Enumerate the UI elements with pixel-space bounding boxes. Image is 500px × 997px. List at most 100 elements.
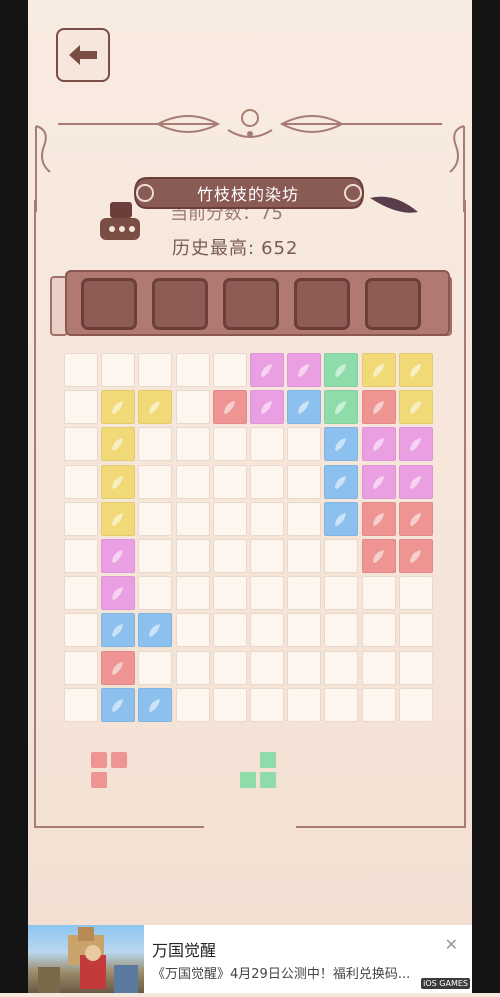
board-cell-empty[interactable] [250, 539, 284, 573]
board-cell-yellow[interactable] [398, 353, 433, 387]
board-cell-empty[interactable] [212, 464, 247, 499]
board-cell-blue[interactable] [138, 687, 173, 722]
board-cell-pink[interactable] [398, 427, 433, 462]
board-cell-empty[interactable] [212, 576, 247, 611]
board-cell-yellow[interactable] [361, 353, 396, 387]
board-cell-yellow[interactable] [101, 501, 136, 536]
board-cell-empty[interactable] [64, 539, 98, 573]
board-cell-empty[interactable] [64, 576, 98, 611]
board-cell-empty[interactable] [64, 390, 98, 425]
board-cell-empty[interactable] [175, 501, 210, 536]
ad-banner[interactable]: 万国觉醒 《万国觉醒》4月29日公测中！福利兑换码... ✕ iOS GAMES [28, 925, 472, 993]
board-cell-green[interactable] [324, 390, 359, 425]
board-cell-empty[interactable] [175, 353, 210, 387]
board-cell-empty[interactable] [64, 427, 98, 462]
board-cell-empty[interactable] [175, 427, 210, 462]
board-cell-empty[interactable] [287, 576, 322, 611]
board-cell-empty[interactable] [138, 501, 173, 536]
board-cell-empty[interactable] [175, 613, 210, 648]
board-cell-empty[interactable] [212, 427, 247, 462]
board-cell-empty[interactable] [398, 687, 433, 722]
board-cell-empty[interactable] [287, 687, 322, 722]
board-cell-green[interactable] [324, 353, 359, 387]
board-cell-empty[interactable] [361, 650, 396, 685]
board-cell-empty[interactable] [101, 353, 136, 387]
board-cell-empty[interactable] [138, 427, 173, 462]
board-cell-yellow[interactable] [101, 427, 136, 462]
board-cell-empty[interactable] [64, 613, 98, 648]
board-cell-empty[interactable] [287, 501, 322, 536]
board-cell-red[interactable] [361, 539, 396, 573]
board-cell-empty[interactable] [250, 613, 284, 648]
board-cell-pink[interactable] [398, 464, 433, 499]
board-cell-yellow[interactable] [101, 464, 136, 499]
board-cell-empty[interactable] [64, 687, 98, 722]
board-cell-empty[interactable] [250, 427, 284, 462]
board-cell-empty[interactable] [138, 353, 173, 387]
board-cell-yellow[interactable] [101, 390, 136, 425]
board-cell-blue[interactable] [324, 501, 359, 536]
close-icon[interactable]: ✕ [445, 935, 458, 954]
board-cell-empty[interactable] [175, 390, 210, 425]
board-cell-empty[interactable] [212, 353, 247, 387]
board-cell-empty[interactable] [250, 464, 284, 499]
board-cell-empty[interactable] [250, 687, 284, 722]
board-cell-empty[interactable] [64, 650, 98, 685]
board-cell-empty[interactable] [64, 501, 98, 536]
tray-slot[interactable] [81, 278, 137, 330]
board-cell-pink[interactable] [250, 353, 284, 387]
board-cell-empty[interactable] [138, 539, 173, 573]
board-cell-red[interactable] [212, 390, 247, 425]
tray-slot[interactable] [365, 278, 421, 330]
board-cell-empty[interactable] [324, 687, 359, 722]
board-cell-empty[interactable] [212, 687, 247, 722]
board-cell-empty[interactable] [212, 501, 247, 536]
board-cell-empty[interactable] [287, 427, 322, 462]
board-cell-empty[interactable] [398, 650, 433, 685]
board-cell-pink[interactable] [250, 390, 284, 425]
tray-slot[interactable] [223, 278, 279, 330]
board-cell-empty[interactable] [175, 650, 210, 685]
board-cell-empty[interactable] [175, 687, 210, 722]
board-cell-blue[interactable] [101, 687, 136, 722]
board-cell-empty[interactable] [324, 576, 359, 611]
board-cell-empty[interactable] [324, 650, 359, 685]
ad-thumbnail[interactable] [28, 925, 144, 993]
board-cell-blue[interactable] [324, 464, 359, 499]
board-cell-empty[interactable] [398, 576, 433, 611]
board-cell-empty[interactable] [287, 613, 322, 648]
board-cell-blue[interactable] [138, 613, 173, 648]
board-cell-blue[interactable] [324, 427, 359, 462]
board-cell-blue[interactable] [101, 613, 136, 648]
board-cell-yellow[interactable] [398, 390, 433, 425]
board-cell-empty[interactable] [138, 650, 173, 685]
board-cell-pink[interactable] [361, 464, 396, 499]
board-cell-empty[interactable] [138, 464, 173, 499]
board-cell-empty[interactable] [324, 613, 359, 648]
board-cell-empty[interactable] [287, 539, 322, 573]
board-cell-red[interactable] [398, 501, 433, 536]
board-cell-empty[interactable] [361, 613, 396, 648]
board-cell-blue[interactable] [287, 390, 322, 425]
board-cell-empty[interactable] [175, 539, 210, 573]
board-cell-empty[interactable] [250, 501, 284, 536]
board-cell-red[interactable] [361, 501, 396, 536]
board-cell-empty[interactable] [250, 576, 284, 611]
board-cell-empty[interactable] [212, 539, 247, 573]
board-cell-empty[interactable] [175, 576, 210, 611]
board-cell-empty[interactable] [64, 353, 98, 387]
board-cell-red[interactable] [101, 650, 136, 685]
board-cell-empty[interactable] [64, 464, 98, 499]
board-cell-empty[interactable] [287, 464, 322, 499]
board-cell-empty[interactable] [138, 576, 173, 611]
board-cell-red[interactable] [398, 539, 433, 573]
board-cell-empty[interactable] [250, 650, 284, 685]
board-cell-empty[interactable] [212, 613, 247, 648]
back-button[interactable] [56, 28, 110, 82]
board-cell-pink[interactable] [101, 539, 136, 573]
board-cell-yellow[interactable] [138, 390, 173, 425]
board-cell-pink[interactable] [287, 353, 322, 387]
board-cell-empty[interactable] [398, 613, 433, 648]
board-cell-empty[interactable] [175, 464, 210, 499]
board-cell-empty[interactable] [212, 650, 247, 685]
